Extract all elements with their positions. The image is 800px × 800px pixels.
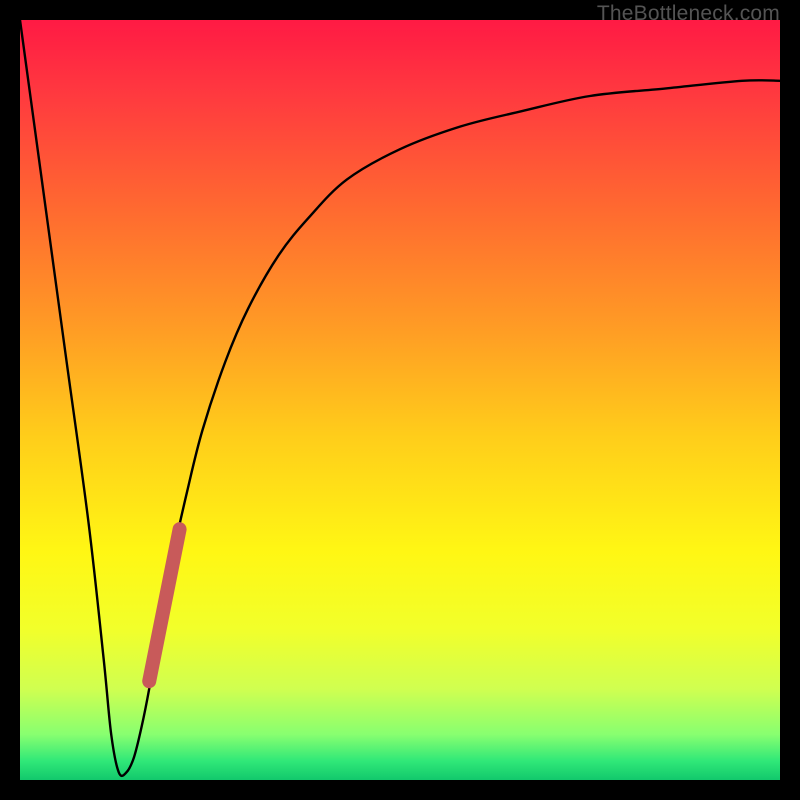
plot-svg <box>20 20 780 780</box>
plot-area <box>20 20 780 780</box>
gradient-background <box>20 20 780 780</box>
chart-outer-frame: TheBottleneck.com <box>0 0 800 800</box>
